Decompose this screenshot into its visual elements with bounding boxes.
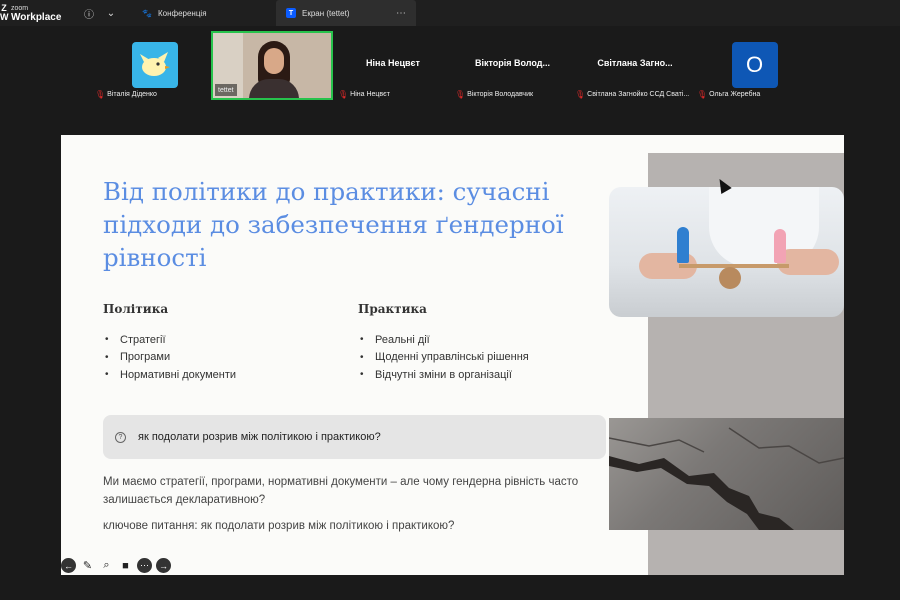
participant-nameplate: 🎙 Ольга Жеребна (697, 88, 760, 100)
participant-display-name: Ніна Нецвєт (366, 58, 420, 68)
active-speaker-video[interactable]: tettet (211, 31, 333, 100)
callout-text: як подолати розрив між політикою і практ… (138, 431, 381, 443)
arrow-right-icon[interactable]: → (156, 558, 171, 573)
policy-list: Стратегії Програми Нормативні документи (105, 331, 236, 384)
pen-icon[interactable]: ✎ (80, 558, 95, 573)
arrow-left-icon[interactable]: ← (61, 558, 76, 573)
participant-name: Світлана Загнойко ССД Сваті... (587, 90, 690, 98)
mic-off-icon: 🎙 (338, 89, 349, 99)
participant-nameplate: 🎙 Світлана Загнойко ССД Сваті... (575, 88, 689, 100)
participant-tile[interactable]: Світлана Загно... 🎙 Світлана Загнойко СС… (575, 30, 695, 100)
participant-tile[interactable]: Вікторія Волод... 🎙 Вікторія Володавчик (455, 30, 570, 100)
column-heading-practice: Практика (358, 302, 427, 316)
video-camera-icon[interactable]: ■ (118, 558, 133, 573)
title-bar: ZW zoom Workplace ⓘ ⌄ 🐾 Конференція T Ек… (0, 0, 900, 26)
list-item: Реальні дії (360, 331, 529, 349)
screen-badge-icon: T (286, 8, 296, 18)
column-heading-policy: Політика (103, 302, 169, 316)
logo-big-text: Workplace (11, 12, 62, 23)
participant-display-name: Вікторія Волод... (474, 58, 550, 68)
tab-screen[interactable]: T Екран (tettet) ⋯ (276, 0, 416, 26)
participant-name: Ольга Жеребна (709, 90, 761, 98)
slide-key-question: ключове питання: як подолати розрив між … (103, 520, 455, 532)
list-item: Програми (105, 349, 236, 367)
participant-nameplate: 🎙 Ніна Нецвєт (338, 88, 390, 100)
cracked-ground-image (609, 418, 844, 530)
participant-strip: 🎙 Віталія Діденко tettet Ніна Нецвєт 🎙 Н… (0, 26, 900, 102)
participant-name: Віталія Діденко (107, 90, 157, 98)
mic-off-icon: 🎙 (95, 89, 106, 99)
participant-display-name: Світлана Загно... (597, 58, 673, 68)
avatar: O (731, 42, 778, 88)
question-callout: ? як подолати розрив між політикою і пра… (103, 415, 606, 459)
search-icon[interactable]: ⌕ (99, 558, 114, 573)
question-icon: ? (115, 431, 126, 443)
slide-body-text: Ми маємо стратегії, програми, нормативні… (103, 476, 579, 506)
tab-conference[interactable]: 🐾 Конференція (132, 0, 280, 26)
mic-off-icon: 🎙 (455, 89, 466, 99)
paw-icon: 🐾 (142, 8, 152, 18)
more-icon[interactable]: ⋯ (137, 558, 152, 573)
participant-name: tettet (218, 86, 234, 94)
shared-screen[interactable]: Від політики до практики: сучасні підход… (61, 135, 844, 575)
mic-off-icon: 🎙 (697, 89, 708, 99)
mic-off-icon: 🎙 (575, 89, 586, 99)
gender-balance-image (609, 187, 844, 317)
list-item: Нормативні документи (105, 366, 236, 384)
info-icon[interactable]: ⓘ (78, 0, 100, 26)
participant-tile[interactable]: 🎙 Віталія Діденко (95, 30, 210, 100)
list-item: Щоденні управлінські рішення (360, 349, 529, 367)
more-icon[interactable]: ⋯ (396, 8, 406, 19)
participant-tile[interactable]: Ніна Нецвєт 🎙 Ніна Нецвєт (338, 30, 448, 100)
tab-screen-label: Екран (tettet) (302, 8, 350, 18)
chevron-down-icon[interactable]: ⌄ (100, 0, 122, 26)
participant-name: Вікторія Володавчик (467, 90, 534, 98)
participant-tile[interactable]: O 🎙 Ольга Жеребна (697, 30, 812, 100)
participant-nameplate: 🎙 Вікторія Володавчик (455, 88, 533, 100)
logo-mark: ZW (0, 3, 9, 22)
bird-avatar-icon (132, 42, 178, 88)
list-item: Стратегії (105, 331, 236, 349)
participant-nameplate: 🎙 Віталія Діденко (95, 88, 157, 100)
annotation-toolbar: ← ✎ ⌕ ■ ⋯ → (61, 558, 171, 573)
list-item: Відчутні зміни в організації (360, 366, 529, 384)
zoom-workplace-logo: ZW zoom Workplace (0, 0, 74, 26)
participant-name: Ніна Нецвєт (350, 90, 390, 98)
participant-nameplate: tettet (215, 84, 237, 96)
slide-title: Від політики до практики: сучасні підход… (103, 177, 564, 272)
practice-list: Реальні дії Щоденні управлінські рішення… (360, 331, 529, 384)
tab-conference-label: Конференція (157, 8, 207, 18)
